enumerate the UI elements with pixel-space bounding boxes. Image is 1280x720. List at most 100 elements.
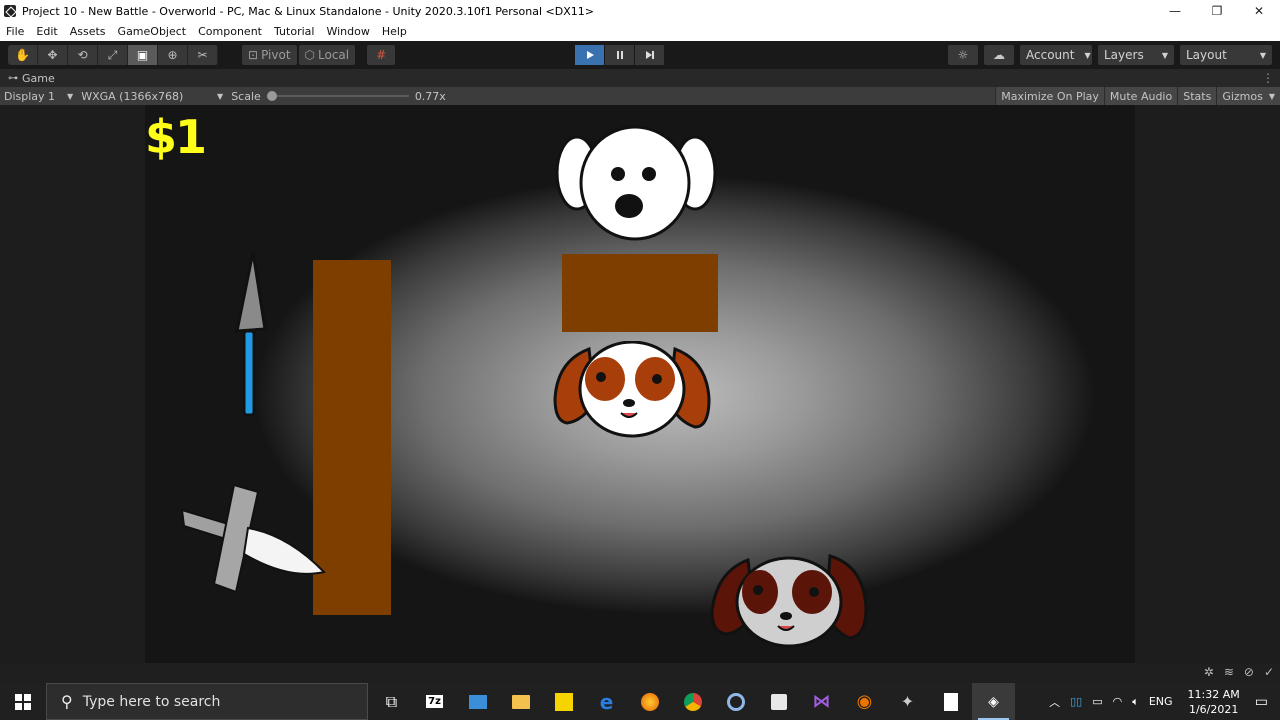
game-scene[interactable]: $1 xyxy=(145,105,1135,663)
money-counter: $1 xyxy=(145,110,207,164)
account-label: Account xyxy=(1026,48,1075,62)
chevron-down-icon: ▼ xyxy=(1268,91,1275,101)
main-toolbar: ✋ ✥ ⟲ ⤢ ▣ ⊕ ✂ ⊡ Pivot ⬡ Local # ☼ ☁ Accoun… xyxy=(0,41,1280,69)
tray-app-icon[interactable]: ▯▯ xyxy=(1070,695,1082,708)
chevron-down-icon: ▼ xyxy=(1259,50,1266,60)
visual-studio-icon[interactable]: ⋈ xyxy=(800,683,843,720)
layers-stack-icon[interactable]: ≋ xyxy=(1224,665,1234,679)
chevron-down-icon: ▼ xyxy=(67,91,74,101)
play-icon xyxy=(586,51,594,59)
menu-bar: File Edit Assets GameObject Component Tu… xyxy=(0,22,1280,41)
player-icon[interactable] xyxy=(542,683,585,720)
cortana-icon[interactable] xyxy=(714,683,757,720)
grid-snap-icon[interactable]: # xyxy=(367,45,396,65)
custom-tool-icon[interactable]: ✂ xyxy=(188,45,218,65)
notification-icon[interactable]: ▭ xyxy=(1255,694,1268,710)
rotate-tool-icon[interactable]: ⟲ xyxy=(68,45,98,65)
stats-toggle[interactable]: Stats xyxy=(1177,87,1217,105)
unity-hub-icon[interactable] xyxy=(757,683,800,720)
display-dropdown[interactable]: Display 1 ▼ xyxy=(0,87,77,105)
layout-dropdown[interactable]: Layout ▼ xyxy=(1180,45,1272,65)
clock[interactable]: 11:32 AM 1/6/2021 xyxy=(1188,687,1240,717)
chevron-down-icon: ▼ xyxy=(1161,50,1168,60)
scale-slider[interactable] xyxy=(266,91,409,101)
tab-game[interactable]: Game xyxy=(22,72,55,85)
play-button[interactable] xyxy=(575,45,604,65)
menu-tutorial[interactable]: Tutorial xyxy=(268,25,320,38)
sword-sprite xyxy=(180,483,326,594)
battery-icon[interactable]: ▭ xyxy=(1092,695,1102,708)
layers-dropdown[interactable]: Layers ▼ xyxy=(1098,45,1174,65)
auto-generate-icon[interactable]: ⊘ xyxy=(1244,665,1254,679)
account-dropdown[interactable]: Account ▼ xyxy=(1020,45,1092,65)
dark-beagle-dog-sprite xyxy=(710,554,868,648)
file-explorer-icon[interactable] xyxy=(499,683,542,720)
game-view-options: Maximize On Play Mute Audio Stats Gizmos… xyxy=(995,87,1280,105)
unity-app-icon xyxy=(4,5,16,17)
start-button[interactable] xyxy=(0,683,46,720)
wifi-icon[interactable]: ◠ xyxy=(1113,695,1123,708)
clock-date: 1/6/2021 xyxy=(1188,702,1239,716)
check-circle-icon[interactable]: ✓ xyxy=(1264,665,1274,679)
minimize-button[interactable]: — xyxy=(1154,0,1196,22)
scale-value: 0.77x xyxy=(414,89,446,103)
step-button[interactable] xyxy=(635,45,664,65)
local-toggle[interactable]: ⬡ Local xyxy=(298,45,356,65)
restore-button[interactable]: ❐ xyxy=(1196,0,1238,22)
window-title: Project 10 - New Battle - Overworld - PC… xyxy=(22,4,594,18)
chevron-up-icon[interactable]: ︿ xyxy=(1049,694,1060,710)
display-label: Display 1 xyxy=(4,89,56,103)
taskbar-search-input[interactable]: ⚲ Type here to search xyxy=(46,683,368,720)
bug-icon[interactable]: ✲ xyxy=(1204,665,1214,679)
spear-sprite xyxy=(235,251,267,417)
pause-button[interactable] xyxy=(605,45,634,65)
menu-file[interactable]: File xyxy=(0,25,30,38)
menu-gameobject[interactable]: GameObject xyxy=(112,25,193,38)
menu-help[interactable]: Help xyxy=(376,25,413,38)
beagle-dog-sprite xyxy=(553,341,711,438)
control-panel-icon[interactable] xyxy=(456,683,499,720)
mute-audio-toggle[interactable]: Mute Audio xyxy=(1103,87,1178,105)
gizmos-toggle[interactable]: Gizmos ▼ xyxy=(1216,87,1280,105)
scale-tool-icon[interactable]: ⤢ xyxy=(98,45,128,65)
hand-tool-icon[interactable]: ✋ xyxy=(8,45,38,65)
chevron-down-icon: ▼ xyxy=(217,91,224,101)
edge-icon[interactable]: e xyxy=(585,683,628,720)
chrome-icon[interactable] xyxy=(671,683,714,720)
search-icon: ⚲ xyxy=(61,692,73,711)
gizmos-label: Gizmos xyxy=(1222,89,1263,103)
scale-label: Scale xyxy=(231,89,261,103)
scale-slider-thumb[interactable] xyxy=(266,91,277,101)
resolution-dropdown[interactable]: WXGA (1366x768) ▼ xyxy=(77,87,227,105)
menu-component[interactable]: Component xyxy=(192,25,268,38)
firefox-icon[interactable] xyxy=(628,683,671,720)
collab-icon[interactable]: ☼ xyxy=(948,45,978,65)
volume-icon[interactable]: 🔈︎ xyxy=(1132,695,1139,709)
move-tool-icon[interactable]: ✥ xyxy=(38,45,68,65)
app-icon[interactable]: ✦ xyxy=(886,683,929,720)
7zip-icon[interactable]: 7z xyxy=(413,683,456,720)
resolution-label: WXGA (1366x768) xyxy=(81,89,184,103)
close-button[interactable]: ✕ xyxy=(1238,0,1280,22)
scale-control: Scale 0.77x xyxy=(227,87,450,105)
rect-tool-icon[interactable]: ▣ xyxy=(128,45,158,65)
unity-status-bar: ✲ ≋ ⊘ ✓ xyxy=(0,663,1280,683)
transform-tool-icon[interactable]: ⊕ xyxy=(158,45,188,65)
menu-edit[interactable]: Edit xyxy=(30,25,63,38)
game-viewport[interactable]: $1 xyxy=(0,105,1280,663)
unity-icon[interactable]: ◈ xyxy=(972,683,1015,720)
gamepad-icon: ⊶ xyxy=(8,72,18,84)
blender-icon[interactable]: ◉ xyxy=(843,683,886,720)
language-indicator[interactable]: ENG xyxy=(1149,695,1173,708)
pivot-icon: ⊡ xyxy=(248,48,259,62)
task-view-icon[interactable]: ⧉ xyxy=(370,683,413,720)
step-icon xyxy=(645,51,654,59)
transform-tools: ✋ ✥ ⟲ ⤢ ▣ ⊕ ✂ xyxy=(8,45,218,65)
pivot-toggle[interactable]: ⊡ Pivot xyxy=(242,45,297,65)
tab-menu-icon[interactable]: ⋮ xyxy=(1262,71,1274,85)
maximize-on-play-toggle[interactable]: Maximize On Play xyxy=(995,87,1104,105)
menu-window[interactable]: Window xyxy=(320,25,375,38)
file-icon[interactable] xyxy=(929,683,972,720)
cloud-icon[interactable]: ☁ xyxy=(984,45,1014,65)
menu-assets[interactable]: Assets xyxy=(64,25,112,38)
